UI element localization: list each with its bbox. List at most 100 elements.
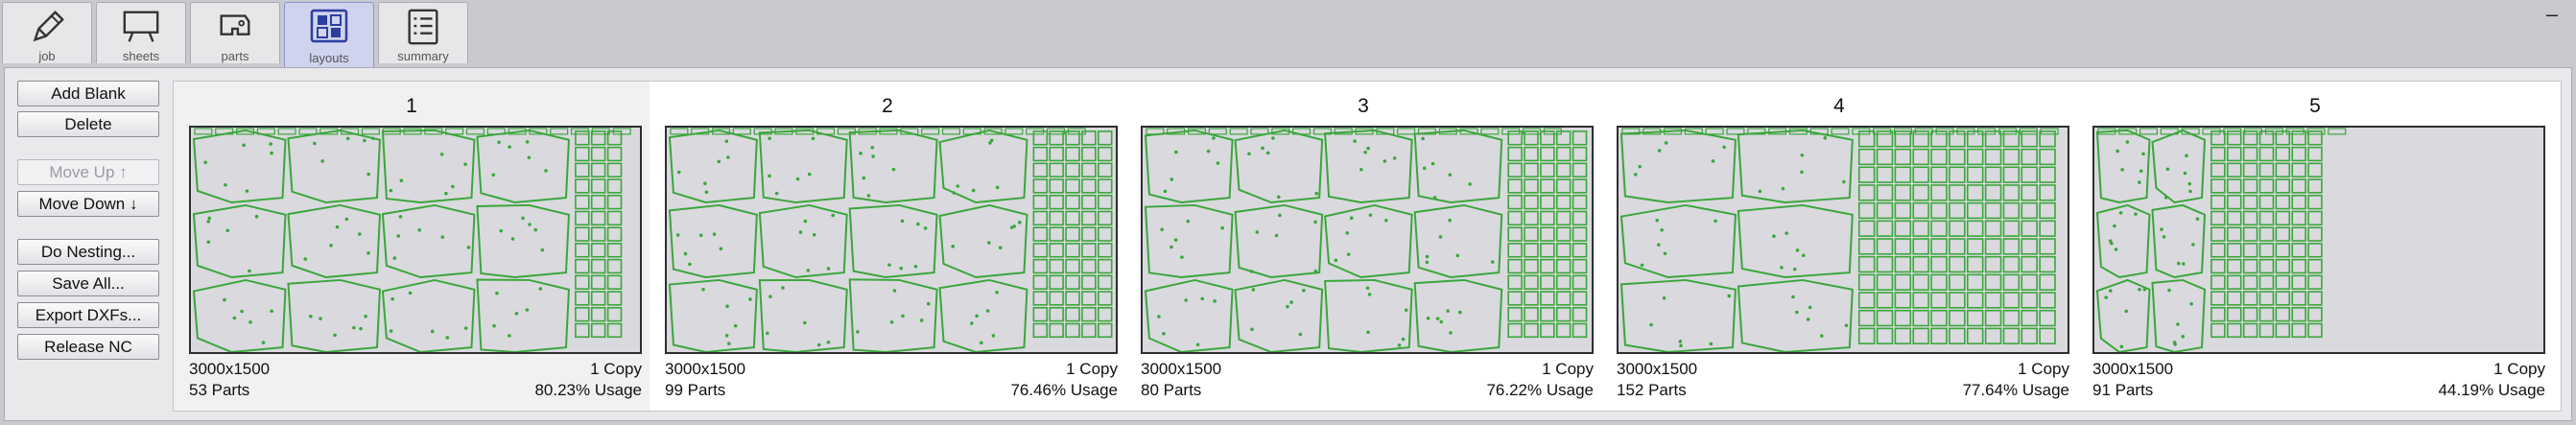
hole-mark: [811, 136, 815, 141]
sheet-size: 3000x1500: [189, 360, 271, 378]
small-part: [1912, 273, 1929, 291]
hole-mark: [1163, 189, 1168, 194]
layouts-icon: [310, 9, 348, 43]
small-part: [1876, 220, 1894, 237]
small-part: [2210, 226, 2226, 242]
hole-mark: [1781, 186, 1785, 191]
small-part: [1032, 291, 1049, 306]
small-part: [1540, 162, 1555, 177]
layout-card[interactable]: 2 3000x1500 1 Copy 99 Parts 76.46% Usage: [650, 82, 1125, 411]
hole-mark: [538, 287, 543, 291]
hole-mark: [795, 177, 800, 181]
hole-mark: [1365, 286, 1370, 290]
hole-mark: [497, 140, 501, 145]
part-outline: [381, 278, 476, 352]
hole-mark: [806, 269, 811, 272]
small-part: [1984, 201, 2002, 220]
part-outline: [2151, 203, 2207, 279]
hole-mark: [508, 334, 511, 338]
hole-mark: [870, 145, 875, 150]
layout-card[interactable]: 5 3000x1500 1 Copy 91 Parts 44.19% Usage: [2077, 82, 2553, 411]
copy-count: 1 Copy: [2018, 360, 2069, 378]
small-part: [575, 258, 590, 274]
small-part: [1049, 258, 1064, 274]
layout-preview[interactable]: [189, 126, 642, 354]
small-part: [2039, 255, 2056, 273]
small-part: [1966, 255, 1984, 273]
nesting-preview: [2095, 128, 2347, 352]
small-part: [1572, 162, 1588, 177]
edge-part: [1229, 128, 1248, 135]
small-part: [1984, 166, 2002, 183]
layout-preview[interactable]: [2092, 126, 2545, 354]
layout-card[interactable]: 3 3000x1500 1 Copy 80 Parts 76.22% Usage: [1125, 82, 1601, 411]
hole-mark: [224, 182, 227, 187]
small-part: [2210, 307, 2226, 322]
small-part: [1966, 327, 1984, 344]
layout-number: 1: [406, 95, 417, 117]
small-part: [2291, 274, 2306, 290]
tab-job[interactable]: job: [2, 2, 92, 63]
minimize-button[interactable]: –: [2538, 4, 2566, 29]
small-part: [2275, 162, 2291, 177]
layout-preview[interactable]: [1617, 126, 2069, 354]
tab-parts[interactable]: parts: [190, 2, 280, 63]
small-part: [1507, 322, 1523, 339]
hole-mark: [1435, 317, 1440, 320]
small-part: [1555, 178, 1572, 194]
hole-mark: [525, 308, 530, 312]
hole-mark: [892, 289, 897, 293]
layout-preview[interactable]: [1141, 126, 1594, 354]
small-part: [2039, 220, 2056, 237]
hole-mark: [1392, 156, 1397, 160]
tab-layouts[interactable]: layouts: [284, 2, 374, 69]
hole-mark: [1660, 227, 1664, 232]
add-blank-button[interactable]: Add Blank: [17, 81, 159, 106]
small-part: [2307, 291, 2323, 306]
hole-mark: [1216, 161, 1220, 165]
part-outline: [192, 129, 287, 203]
small-part: [1857, 238, 1876, 255]
small-part: [1524, 258, 1539, 274]
usage-percent: 76.46% Usage: [1010, 381, 1118, 399]
export-dxfs-button[interactable]: Export DXFs...: [17, 302, 159, 328]
hole-mark: [1425, 254, 1430, 259]
small-part: [1876, 255, 1894, 273]
small-part: [2258, 307, 2275, 322]
small-part: [1930, 255, 1948, 273]
hole-mark: [808, 172, 812, 177]
tab-sheets[interactable]: sheets: [96, 2, 186, 63]
hole-mark: [926, 301, 931, 306]
hole-mark: [364, 314, 367, 319]
small-part: [1081, 146, 1097, 162]
hole-mark: [1678, 340, 1683, 343]
small-part: [590, 226, 606, 242]
hole-mark: [1657, 149, 1662, 153]
part-outline: [1737, 278, 1854, 352]
release-nc-button[interactable]: Release NC: [17, 334, 159, 360]
move-up-button[interactable]: Move Up ↑: [17, 159, 159, 185]
small-part: [2039, 184, 2056, 201]
hole-mark: [1250, 327, 1254, 332]
save-all-button[interactable]: Save All...: [17, 271, 159, 296]
tab-summary[interactable]: summary: [378, 2, 468, 63]
small-part: [606, 146, 623, 162]
layout-card[interactable]: 4 3000x1500 1 Copy 152 Parts 77.64% Usage: [1601, 82, 2077, 411]
layout-preview[interactable]: [665, 126, 1118, 354]
small-part: [1555, 162, 1572, 177]
hole-mark: [1823, 136, 1828, 140]
delete-button[interactable]: Delete: [17, 111, 159, 137]
small-part: [1540, 243, 1555, 258]
part-outline: [192, 278, 287, 352]
do-nesting-button[interactable]: Do Nesting...: [17, 239, 159, 265]
part-outline: [1144, 129, 1234, 203]
small-part: [590, 307, 606, 322]
hole-mark: [242, 143, 246, 148]
small-part: [2275, 210, 2291, 226]
move-down-button[interactable]: Move Down ↓: [17, 191, 159, 217]
hole-mark: [1213, 299, 1217, 303]
layout-card[interactable]: 1 3000x1500 1 Copy 53 Parts 80.23% Usage: [174, 82, 650, 411]
small-part: [1966, 309, 1984, 327]
small-part: [2275, 226, 2291, 242]
hole-mark: [733, 323, 738, 328]
